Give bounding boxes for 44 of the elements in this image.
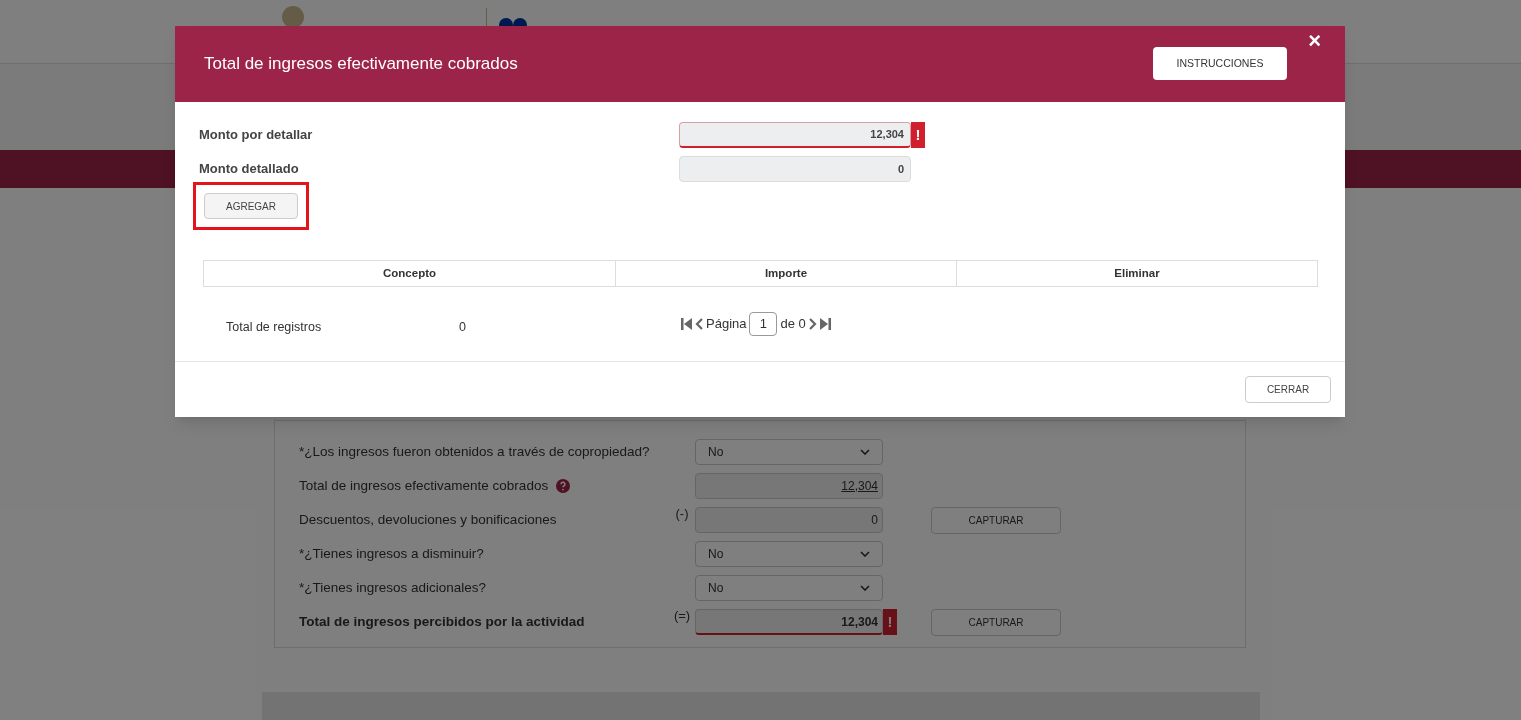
records-count: 0 [459, 318, 467, 336]
page-label: Página [706, 315, 747, 334]
field-label: Total de ingresos percibidos por la actividad [299, 612, 585, 631]
capture-button[interactable]: CAPTURAR [931, 608, 1061, 636]
field-label: Descuentos, devoluciones y bonificaciones [299, 510, 557, 529]
field-label: Monto por detallar [199, 126, 314, 145]
first-page-icon[interactable] [681, 318, 692, 330]
help-icon[interactable] [556, 479, 571, 493]
amount-field: 12,304 [695, 473, 883, 499]
amount-field: 0 [695, 507, 883, 533]
modal-title: Total de ingresos efectivamente cobrados [204, 53, 518, 76]
previous-page-icon[interactable] [695, 318, 703, 330]
column-header: Importe [615, 261, 956, 286]
select-field[interactable]: No [695, 541, 883, 567]
field-label: *¿Tienes ingresos adicionales? [299, 578, 487, 597]
error-icon: ! [911, 122, 925, 148]
chevron-down-icon [860, 449, 870, 455]
records-label: Total de registros [226, 318, 323, 336]
amount-field: 12,304 [679, 122, 911, 148]
close-button[interactable]: × [1308, 29, 1321, 53]
capture-button[interactable]: CAPTURAR [931, 506, 1061, 534]
field-label: Monto detallado [199, 160, 300, 179]
field-label: *¿Los ingresos fueron obtenidos a través de copropiedad? [299, 442, 650, 461]
error-icon: ! [883, 609, 897, 635]
operator-sign: (-) [675, 505, 689, 524]
select-field[interactable]: No [695, 575, 883, 601]
page-input[interactable]: 1 [749, 312, 778, 336]
amount-field: 12,304 [695, 609, 883, 635]
last-page-icon[interactable] [819, 318, 831, 330]
amount-field: 0 [679, 156, 911, 182]
field-label: *¿Tienes ingresos a disminuir? [299, 544, 484, 563]
page-total: de 0 [780, 315, 806, 334]
instructions-button[interactable]: INSTRUCCIONES [1153, 47, 1287, 80]
close-dialog-button[interactable]: CERRAR [1245, 376, 1331, 403]
column-header: Eliminar [956, 261, 1317, 286]
operator-sign: (=) [673, 607, 691, 626]
chevron-down-icon [860, 551, 870, 557]
select-field[interactable]: No [695, 439, 883, 465]
column-header: Concepto [382, 265, 437, 281]
chevron-down-icon [860, 585, 870, 591]
add-button[interactable]: AGREGAR [204, 193, 298, 219]
next-page-icon[interactable] [808, 318, 817, 330]
emblem-icon [282, 6, 304, 28]
field-label: Total de ingresos efectivamente cobrados [299, 476, 549, 495]
